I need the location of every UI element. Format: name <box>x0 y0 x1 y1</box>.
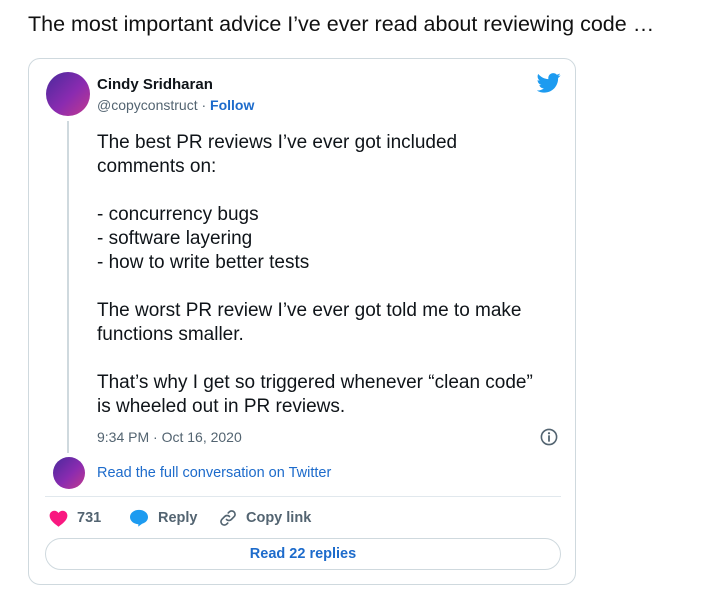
handle-separator: · <box>197 97 211 113</box>
copy-link-button[interactable]: Copy link <box>219 508 311 528</box>
conversation-avatar[interactable] <box>53 457 85 489</box>
tweet-text: The best PR reviews I’ve ever got includ… <box>97 132 533 417</box>
embedded-tweet-card: Cindy Sridharan @copyconstruct · Follow … <box>28 58 576 585</box>
heart-icon <box>49 510 68 527</box>
author-avatar[interactable] <box>46 72 90 116</box>
author-name[interactable]: Cindy Sridharan <box>97 76 213 93</box>
reply-label: Reply <box>158 510 198 526</box>
author-handle-line: @copyconstruct · Follow <box>97 97 254 113</box>
divider <box>45 496 561 497</box>
page-title: The most important advice I’ve ever read… <box>28 12 655 36</box>
thread-connector-line <box>67 121 69 453</box>
read-conversation-link[interactable]: Read the full conversation on Twitter <box>97 465 331 481</box>
copy-link-label: Copy link <box>246 510 312 526</box>
info-icon[interactable] <box>540 428 558 446</box>
link-icon <box>220 510 236 526</box>
like-count: 731 <box>77 510 102 526</box>
reply-button[interactable]: Reply <box>129 508 198 528</box>
read-replies-button[interactable]: Read 22 replies <box>45 538 561 570</box>
twitter-bird-icon[interactable] <box>537 73 561 93</box>
follow-link[interactable]: Follow <box>210 97 254 113</box>
author-handle[interactable]: @copyconstruct <box>97 97 198 113</box>
like-button[interactable]: 731 <box>49 508 101 528</box>
speech-bubble-icon <box>130 509 148 527</box>
tweet-timestamp[interactable]: 9:34 PM · Oct 16, 2020 <box>97 429 242 445</box>
